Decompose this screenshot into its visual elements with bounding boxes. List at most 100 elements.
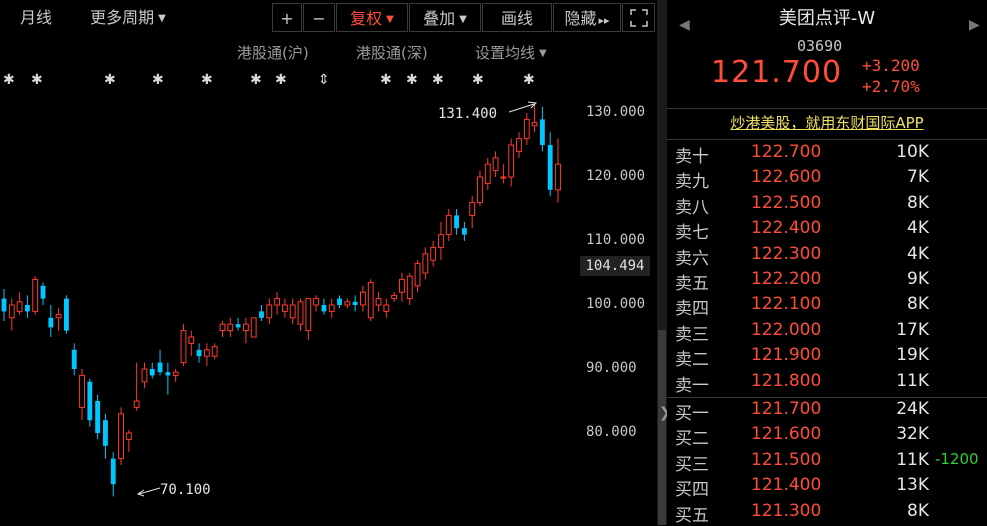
- candle: [259, 305, 264, 321]
- level-label: 卖九: [675, 172, 709, 193]
- candle-body: [516, 138, 522, 152]
- ask-row[interactable]: 卖一 121.800 11K: [667, 371, 987, 396]
- period-monthly-button[interactable]: 月线: [8, 3, 64, 32]
- candle: [1, 289, 7, 321]
- level-volume: 32K: [896, 424, 929, 445]
- ask-row[interactable]: 卖四 122.100 8K: [667, 294, 987, 319]
- bid-row[interactable]: 买五 121.300 8K: [667, 501, 987, 526]
- candle-body: [125, 432, 132, 440]
- candle-body: [508, 144, 515, 178]
- level-price: 121.300: [751, 500, 822, 521]
- level-volume: 8K: [907, 500, 929, 521]
- bid-row[interactable]: 买四 121.400 13K: [667, 475, 987, 500]
- candle: [484, 157, 491, 190]
- candle: [55, 308, 62, 331]
- zoom-in-button[interactable]: +: [272, 3, 302, 32]
- candle-body: [165, 372, 171, 376]
- level-price: 121.900: [751, 345, 822, 366]
- zoom-out-button[interactable]: −: [303, 3, 335, 32]
- chevron-down-icon: ▼: [459, 14, 467, 25]
- y-tick-label: 100.000: [586, 296, 646, 312]
- more-periods-label: 更多周期: [90, 8, 155, 27]
- more-periods-dropdown[interactable]: 更多周期 ▼: [76, 3, 180, 32]
- overlay-dropdown[interactable]: 叠加 ▼: [409, 3, 481, 32]
- candle: [321, 298, 327, 315]
- candle-body: [64, 298, 69, 331]
- max-price-label: 131.400: [438, 106, 498, 122]
- candle: [274, 292, 281, 315]
- ask-row[interactable]: 卖八 122.500 8K: [667, 193, 987, 218]
- ask-row[interactable]: 卖二 121.900 19K: [667, 345, 987, 370]
- candle: [180, 324, 187, 366]
- ask-row[interactable]: 卖五 122.200 9K: [667, 269, 987, 294]
- candle: [289, 298, 296, 325]
- bid-row[interactable]: 买三 121.500 11K -1200: [667, 450, 987, 475]
- volume-delta: -1200: [935, 449, 979, 468]
- level-volume: 11K: [896, 370, 929, 391]
- candle-body: [469, 202, 476, 216]
- candle-body: [259, 311, 264, 318]
- candle: [516, 132, 522, 158]
- candle-body: [454, 215, 459, 229]
- ask-row[interactable]: 卖七 122.400 4K: [667, 218, 987, 243]
- ask-row[interactable]: 卖十 122.700 10K: [667, 142, 987, 167]
- bid-row[interactable]: 买一 121.700 24K: [667, 399, 987, 424]
- level-price: 122.700: [751, 142, 822, 162]
- kline-chart-area[interactable]: 月线 更多周期 ▼ + − 复权 ▼ 叠加 ▼ 画线 隐藏 ▸▸ 港股通(沪) 港股通(…: [0, 0, 657, 525]
- level-price: 122.500: [751, 192, 822, 213]
- hide-button[interactable]: 隐藏 ▸▸: [553, 3, 621, 32]
- candle-body: [157, 362, 163, 373]
- candle-body: [188, 336, 195, 344]
- candle: [196, 343, 202, 363]
- candle: [547, 132, 553, 197]
- candle-body: [235, 324, 241, 328]
- candle-body: [227, 323, 234, 332]
- candle: [313, 295, 320, 312]
- fullscreen-button[interactable]: [622, 3, 655, 32]
- promo-link[interactable]: 炒港美股，就用东财国际APP: [667, 108, 987, 140]
- level-price: 121.600: [751, 424, 822, 445]
- level-label: 卖二: [675, 350, 709, 371]
- draw-line-button[interactable]: 画线: [482, 3, 552, 32]
- ask-row[interactable]: 卖六 122.300 4K: [667, 244, 987, 269]
- current-price-tag: 104.494: [580, 256, 650, 276]
- level-price: 122.400: [751, 218, 822, 239]
- candle-body: [24, 305, 30, 312]
- candle: [203, 343, 210, 366]
- candle-body: [375, 298, 382, 306]
- candle-body: [445, 214, 452, 236]
- candle: [539, 106, 545, 152]
- ask-row[interactable]: 卖三 122.000 17K: [667, 320, 987, 345]
- candle-body: [321, 305, 327, 312]
- level-price: 122.600: [751, 167, 822, 188]
- level-label: 买一: [675, 404, 709, 424]
- level-label: 卖四: [675, 299, 709, 320]
- candle: [118, 407, 124, 465]
- level-price: 122.300: [751, 243, 822, 264]
- candle: [32, 276, 39, 315]
- candle: [430, 241, 437, 267]
- bid-row[interactable]: 买二 121.600 32K: [667, 424, 987, 449]
- level-price: 121.500: [751, 449, 822, 470]
- candle: [149, 362, 155, 379]
- candle: [188, 330, 195, 357]
- ask-row[interactable]: 卖九 122.600 7K: [667, 167, 987, 192]
- candle: [344, 298, 351, 309]
- min-arrow-icon: [136, 487, 161, 497]
- level-volume: 7K: [907, 167, 929, 188]
- candle-body: [266, 304, 273, 319]
- candle-body: [1, 298, 7, 312]
- level-volume: 19K: [896, 345, 929, 366]
- adjust-dropdown[interactable]: 复权 ▼: [336, 3, 408, 32]
- hide-label: 隐藏: [564, 9, 597, 28]
- candle-body: [422, 253, 429, 274]
- level-volume: 9K: [907, 269, 929, 289]
- candle: [281, 298, 288, 318]
- candle: [165, 362, 171, 395]
- price-change-pct: +2.70%: [862, 77, 920, 96]
- candle-body: [492, 157, 499, 172]
- candle-body: [250, 317, 257, 338]
- panel-scrollbar[interactable]: [658, 330, 666, 525]
- candle: [235, 317, 241, 331]
- candle: [469, 196, 476, 229]
